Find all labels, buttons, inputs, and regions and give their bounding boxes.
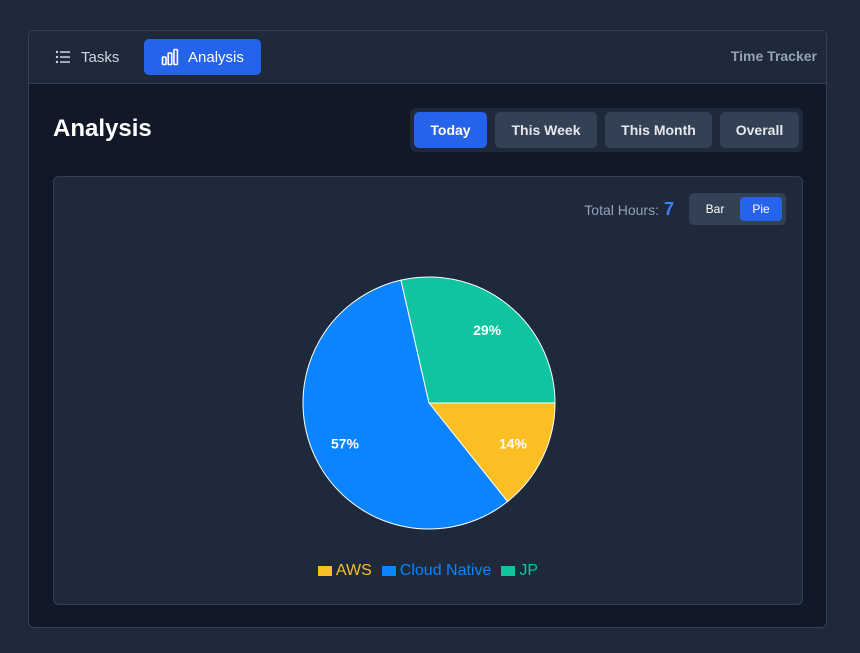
legend-label-aws: AWS xyxy=(335,562,372,579)
slice-label-aws: 14% xyxy=(499,435,528,451)
range-today-button[interactable]: Today xyxy=(414,112,487,148)
range-this-week-button[interactable]: This Week xyxy=(495,112,597,148)
page-title: Analysis xyxy=(53,115,152,142)
legend-item-cloud-native[interactable]: Cloud Native xyxy=(381,562,492,580)
legend-item-jp[interactable]: JP xyxy=(501,562,538,580)
list-icon xyxy=(53,47,73,67)
legend-item-aws[interactable]: AWS xyxy=(317,562,372,580)
slice-label-jp: 29% xyxy=(473,322,502,338)
nav-analysis-label: Analysis xyxy=(188,48,244,66)
chart-card: Total Hours: 7 Bar Pie 14% 57% 29% AWS Clo… xyxy=(53,176,803,605)
top-navbar: Tasks Analysis Time Tracker xyxy=(29,31,826,84)
nav-analysis-button[interactable]: Analysis xyxy=(144,39,261,75)
legend-swatch-cloud-native xyxy=(381,566,396,576)
bar-chart-icon xyxy=(160,47,180,67)
legend-label-cloud-native: Cloud Native xyxy=(399,562,492,579)
range-overall-button[interactable]: Overall xyxy=(720,112,799,148)
nav-tasks-label: Tasks xyxy=(81,48,120,66)
legend-swatch-jp xyxy=(501,566,516,576)
legend-swatch-aws xyxy=(317,566,332,576)
nav-tasks-button[interactable]: Tasks xyxy=(43,39,143,75)
time-range-selector: Today This Week This Month Overall xyxy=(410,108,803,152)
app-title: Time Tracker xyxy=(730,48,817,64)
slice-label-cloud-native: 57% xyxy=(331,435,360,451)
app-window: Tasks Analysis Time Tracker Analysis Tod… xyxy=(28,30,827,628)
legend-label-jp: JP xyxy=(519,562,539,579)
chart-legend: AWS Cloud Native JP xyxy=(54,562,802,580)
range-this-month-button[interactable]: This Month xyxy=(605,112,712,148)
pie-chart: 14% 57% 29% xyxy=(302,276,556,530)
